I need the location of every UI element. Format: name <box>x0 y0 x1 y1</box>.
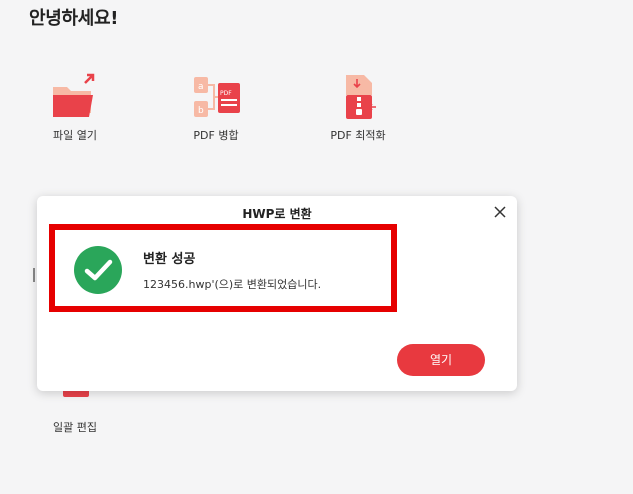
pdf-merge-icon: a b PDF <box>194 77 240 117</box>
convert-dialog: HWP로 변환 변환 성공 123456.hwp'(으)로 변환되었습니다. 열… <box>37 196 517 391</box>
tool-batch-edit-label: 일괄 편집 <box>53 421 97 434</box>
greeting-heading: 안녕하세요! <box>29 8 119 29</box>
dialog-title: HWP로 변환 <box>242 207 312 221</box>
tool-pdf-merge-label: PDF 병합 <box>193 129 239 142</box>
folder-open-icon <box>53 73 95 117</box>
svg-text:b: b <box>198 106 204 116</box>
home-page: 안녕하세요! 파일 열기 a b PDF PDF 병합 PDF 최적화 일괄 편… <box>0 0 633 494</box>
tool-pdf-merge[interactable]: a b PDF PDF 병합 <box>166 73 266 143</box>
svg-text:PDF: PDF <box>220 90 232 97</box>
tool-pdf-optimize[interactable]: PDF 최적화 <box>308 73 408 143</box>
success-title: 변환 성공 <box>143 252 196 267</box>
check-circle-icon <box>74 246 122 294</box>
tool-open-file-label: 파일 열기 <box>53 129 97 142</box>
svg-text:a: a <box>198 82 204 92</box>
pdf-compress-icon <box>346 75 376 119</box>
tool-pdf-optimize-label: PDF 최적화 <box>330 129 386 142</box>
close-icon[interactable] <box>491 203 509 221</box>
success-message: 123456.hwp'(으)로 변환되었습니다. <box>143 278 322 291</box>
success-highlight-box: 변환 성공 123456.hwp'(으)로 변환되었습니다. <box>49 224 397 312</box>
open-button[interactable]: 열기 <box>397 344 485 376</box>
tool-open-file[interactable]: 파일 열기 <box>25 73 125 143</box>
